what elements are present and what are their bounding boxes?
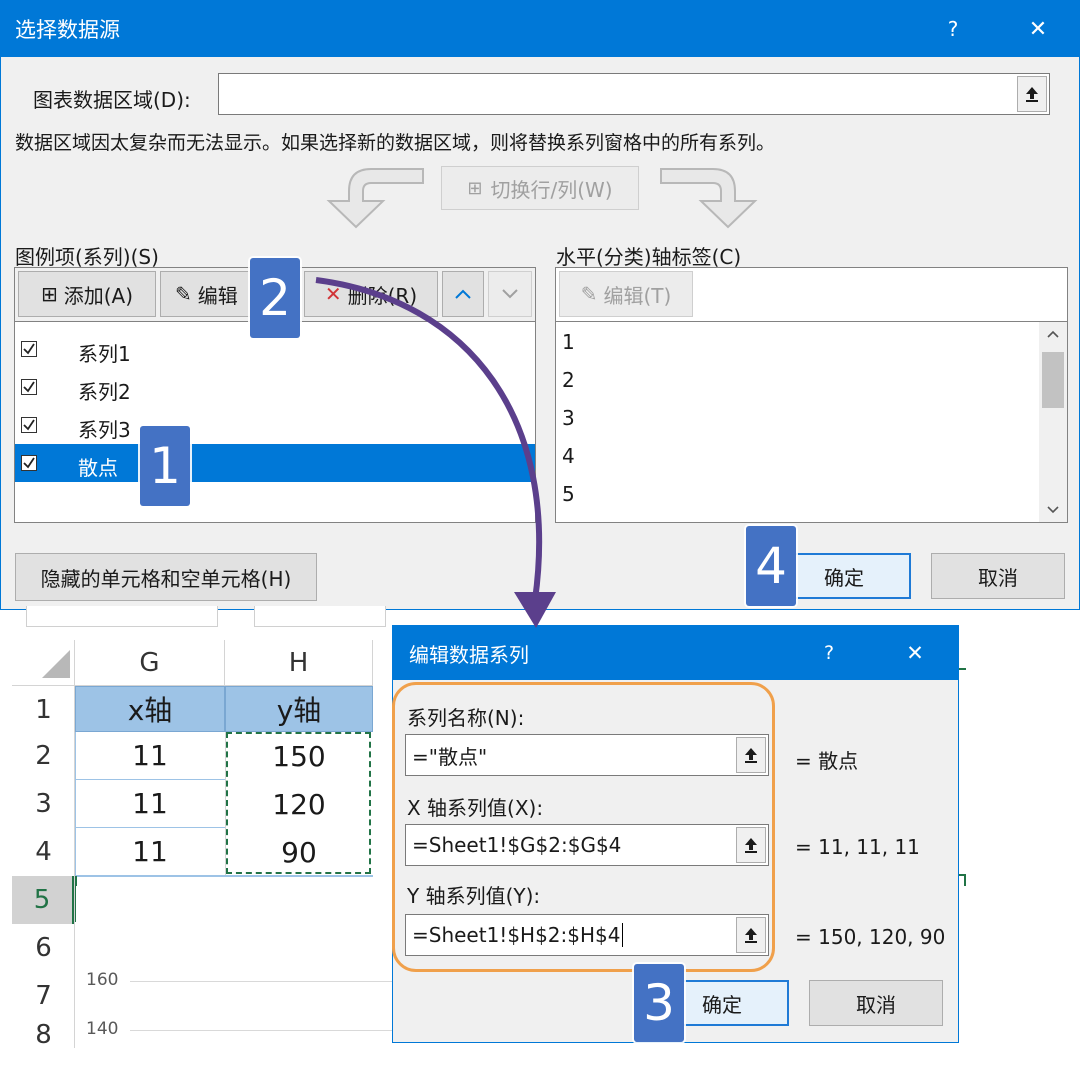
step-badge-4: 4 (746, 526, 796, 606)
step-arrow-icon (315, 277, 556, 628)
step-badge-2: 2 (250, 258, 300, 338)
step-badge-1: 1 (140, 426, 190, 506)
step-badge-3: 3 (634, 964, 684, 1042)
